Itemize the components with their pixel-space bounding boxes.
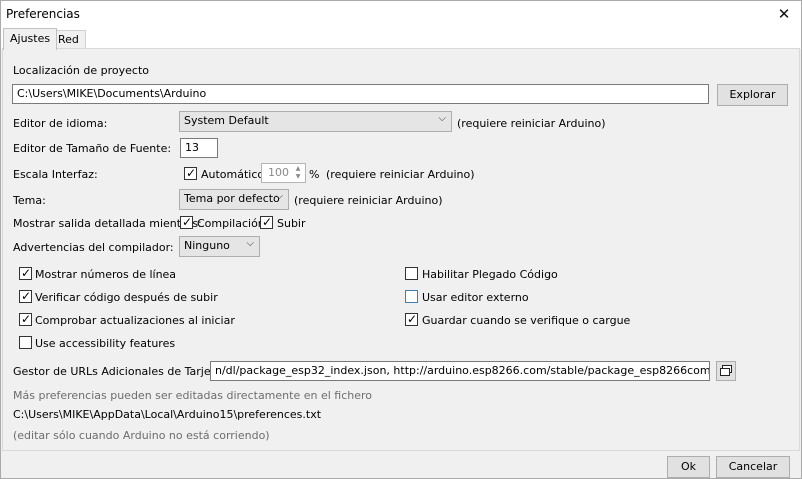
tab-label: Ajustes — [10, 32, 51, 45]
info-note: (editar sólo cuando Arduino no está corr… — [13, 429, 270, 442]
theme-note: (requiere reiniciar Arduino) — [294, 194, 443, 207]
option-accessibility-label: Use accessibility features — [35, 337, 176, 350]
chevron-down-icon: ⌵ — [275, 191, 283, 202]
spinner-arrows-icon: ▲ ▼ — [295, 165, 301, 180]
preferences-window: Preferencias ✕ Ajustes Red Localización … — [0, 0, 802, 479]
scale-spinner[interactable]: 100 ▲ ▼ — [261, 163, 306, 183]
window-title: Preferencias — [6, 7, 80, 21]
option-line-numbers-checkbox[interactable]: ✓ — [19, 266, 32, 280]
verbose-upload-label: Subir — [277, 217, 306, 230]
option-save-on-verify-label: Guardar cuando se verifique o cargue — [422, 314, 631, 327]
option-code-folding-label: Habilitar Plegado Código — [422, 268, 558, 281]
close-icon[interactable]: ✕ — [773, 4, 795, 24]
language-value: System Default — [184, 114, 269, 127]
scale-value: 100 — [268, 166, 289, 179]
cancel-button[interactable]: Cancelar — [716, 456, 790, 478]
check-icon: ✓ — [406, 312, 418, 326]
scale-unit: % — [309, 168, 320, 181]
option-save-on-verify-checkbox[interactable]: ✓ — [405, 312, 418, 326]
verbose-label: Mostrar salida detallada mientras: — [13, 217, 202, 230]
option-accessibility-checkbox[interactable] — [19, 336, 32, 349]
option-check-updates-checkbox[interactable]: ✓ — [19, 312, 32, 326]
verbose-compile-label: Compilación — [197, 217, 265, 230]
scale-label: Escala Interfaz: — [13, 168, 98, 181]
boards-url-label: Gestor de URLs Adicionales de Tarjetas: — [13, 365, 232, 378]
check-icon: ✓ — [185, 166, 197, 180]
check-icon: ✓ — [20, 289, 32, 303]
scale-note: (requiere reiniciar Arduino) — [326, 168, 475, 181]
check-icon: ✓ — [261, 215, 273, 229]
project-location-label: Localización de proyecto — [13, 64, 149, 77]
option-line-numbers-label: Mostrar números de línea — [35, 268, 177, 281]
check-icon: ✓ — [20, 266, 32, 280]
option-code-folding-checkbox[interactable] — [405, 267, 418, 280]
info-text: Más preferencias pueden ser editadas dir… — [13, 389, 372, 402]
tab-label: Red — [58, 33, 79, 46]
font-size-label: Editor de Tamaño de Fuente: — [13, 142, 172, 155]
check-icon: ✓ — [20, 312, 32, 326]
theme-select[interactable]: Tema por defecto ⌵ — [179, 189, 289, 210]
font-size-input[interactable]: 13 — [180, 138, 218, 158]
verbose-compile-checkbox[interactable]: ✓ — [180, 215, 193, 229]
theme-label: Tema: — [13, 194, 46, 207]
ok-button[interactable]: Ok — [667, 456, 710, 478]
option-external-editor-checkbox[interactable] — [405, 290, 418, 303]
warnings-label: Advertencias del compilador: — [13, 241, 174, 254]
warnings-select[interactable]: Ninguno ⌵ — [179, 236, 260, 257]
language-label: Editor de idioma: — [13, 117, 108, 130]
option-external-editor-label: Usar editor externo — [422, 291, 529, 304]
option-verify-upload-checkbox[interactable]: ✓ — [19, 289, 32, 303]
theme-value: Tema por defecto — [184, 192, 280, 205]
tab-ajustes[interactable]: Ajustes — [3, 28, 58, 50]
verbose-upload-checkbox[interactable]: ✓ — [260, 215, 273, 229]
scale-auto-checkbox[interactable]: ✓ — [184, 166, 197, 180]
check-icon: ✓ — [181, 215, 193, 229]
option-verify-upload-label: Verificar código después de subir — [35, 291, 218, 304]
tab-bar: Ajustes Red — [1, 28, 801, 50]
language-note: (requiere reiniciar Arduino) — [457, 117, 606, 130]
chevron-down-icon: ⌵ — [438, 113, 446, 124]
warnings-value: Ninguno — [184, 239, 230, 252]
chevron-down-icon: ⌵ — [246, 238, 254, 249]
option-check-updates-label: Comprobar actualizaciones al iniciar — [35, 314, 235, 327]
preferences-file-path: C:\Users\MIKE\AppData\Local\Arduino15\pr… — [13, 408, 322, 421]
language-select[interactable]: System Default ⌵ — [179, 111, 452, 132]
project-path-input[interactable]: C:\Users\MIKE\Documents\Arduino — [12, 84, 709, 104]
browse-button[interactable]: Explorar — [717, 84, 788, 106]
boards-url-input[interactable]: n/dl/package_esp32_index.json, http://ar… — [210, 361, 710, 381]
title-bar: Preferencias ✕ — [1, 1, 801, 28]
scale-auto-label: Automático — [201, 168, 265, 181]
expand-window-icon[interactable] — [716, 361, 736, 381]
